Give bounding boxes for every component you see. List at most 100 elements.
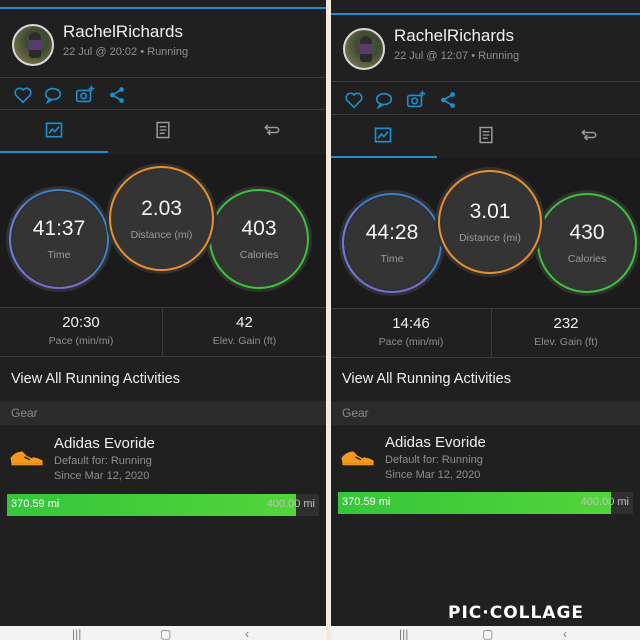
laps-tab[interactable] <box>217 111 326 153</box>
user-name[interactable]: RachelRichards <box>63 22 183 42</box>
header-accent-line <box>0 7 326 9</box>
divider <box>0 356 326 357</box>
stats-tab-icon <box>373 125 393 150</box>
pace-label: Pace (min/mi) <box>378 336 444 348</box>
details-tab[interactable] <box>109 111 218 153</box>
calories-stat-label: Calories <box>239 249 279 261</box>
active-tab-indicator <box>0 151 108 153</box>
elev-gain-value: 232 <box>553 315 579 332</box>
avatar-photo <box>360 36 372 62</box>
calories-stat-value: 403 <box>241 217 277 240</box>
add-photo-icon[interactable] <box>405 89 427 111</box>
elev-gain-metric: 232 Elev. Gain (ft) <box>492 309 640 357</box>
collage-watermark: PIC·COLLAGE <box>448 603 585 623</box>
time-stat-value: 44:28 <box>365 221 419 244</box>
distance-stat-value: 2.03 <box>141 196 182 220</box>
back-icon[interactable]: ‹ <box>245 628 249 640</box>
calories-stat: 403 Calories <box>209 189 309 289</box>
distance-stat: 2.03 Distance (mi) <box>109 166 214 271</box>
divider <box>0 109 326 110</box>
gear-section-header: Gear <box>331 401 640 425</box>
avatar-photo <box>29 32 41 58</box>
comment-icon[interactable] <box>373 89 395 111</box>
recents-icon[interactable]: ||| <box>72 628 81 640</box>
time-stat-value: 41:37 <box>32 217 86 240</box>
calories-stat-value: 430 <box>569 221 605 244</box>
time-stat-label: Time <box>380 253 404 265</box>
elev-gain-label: Elev. Gain (ft) <box>212 335 277 347</box>
gear-default-for: Default for: Running <box>385 454 483 466</box>
system-nav-bar: ||| ▢ ‹ <box>0 626 326 640</box>
activity-header: RachelRichards 22 Jul @ 12:07 • Running <box>331 26 640 96</box>
heart-icon[interactable] <box>343 89 365 111</box>
pace-metric: 14:46 Pace (min/mi) <box>331 309 491 357</box>
heart-icon[interactable] <box>12 84 34 106</box>
gear-name[interactable]: Adidas Evoride <box>54 435 155 452</box>
calories-stat-label: Calories <box>567 253 607 265</box>
metrics-row: 20:30 Pace (min/mi) 42 Elev. Gain (ft) <box>0 308 326 356</box>
system-nav-bar: ||| ▢ ‹ <box>331 626 640 640</box>
stats-tab[interactable] <box>331 116 434 158</box>
pace-label: Pace (min/mi) <box>48 335 114 347</box>
gear-default-for: Default for: Running <box>54 455 152 467</box>
elev-gain-label: Elev. Gain (ft) <box>534 336 598 348</box>
gear-mileage-used: 370.59 mi <box>11 498 60 510</box>
gear-section-header: Gear <box>0 401 326 425</box>
share-icon[interactable] <box>437 89 459 111</box>
action-bar <box>331 89 640 117</box>
elev-gain-metric: 42 Elev. Gain (ft) <box>163 308 326 356</box>
details-tab[interactable] <box>434 116 537 158</box>
user-name[interactable]: RachelRichards <box>394 26 514 46</box>
comment-icon[interactable] <box>42 84 64 106</box>
gear-mileage-limit: 400.00 mi <box>580 496 629 508</box>
tab-bar <box>0 111 326 153</box>
add-photo-icon[interactable] <box>74 84 96 106</box>
back-icon[interactable]: ‹ <box>563 628 567 640</box>
divider <box>331 357 640 358</box>
gear-name[interactable]: Adidas Evoride <box>385 434 486 451</box>
time-stat: 41:37 Time <box>9 189 109 289</box>
pace-value: 14:46 <box>392 315 430 332</box>
gear-header-label: Gear <box>342 406 369 420</box>
activity-panel-left: RachelRichards 22 Jul @ 20:02 • Running 41… <box>0 0 326 640</box>
action-bar <box>0 84 326 112</box>
recents-icon[interactable]: ||| <box>399 628 408 640</box>
laps-tab-icon <box>262 120 282 145</box>
avatar[interactable] <box>343 28 385 70</box>
stats-tab-icon <box>44 120 64 145</box>
divider <box>0 77 326 78</box>
tab-bar <box>331 116 640 158</box>
shoe-icon <box>339 446 377 468</box>
view-all-running-link[interactable]: View All Running Activities <box>11 371 180 387</box>
metrics-row: 14:46 Pace (min/mi) 232 Elev. Gain (ft) <box>331 309 640 357</box>
gear-since: Since Mar 12, 2020 <box>54 470 150 482</box>
header-accent-line <box>331 13 640 15</box>
laps-tab[interactable] <box>537 116 640 158</box>
gear-mileage-used: 370.59 mi <box>342 496 391 508</box>
share-icon[interactable] <box>106 84 128 106</box>
divider <box>331 114 640 115</box>
calories-stat: 430 Calories <box>537 193 637 293</box>
pace-metric: 20:30 Pace (min/mi) <box>0 308 162 356</box>
distance-stat-label: Distance (mi) <box>130 228 193 241</box>
pace-value: 20:30 <box>62 314 100 331</box>
home-icon[interactable]: ▢ <box>482 628 493 640</box>
activity-meta: 22 Jul @ 20:02 • Running <box>63 46 189 58</box>
details-tab-icon <box>476 125 496 150</box>
time-stat: 44:28 Time <box>342 193 442 293</box>
avatar[interactable] <box>12 24 54 66</box>
activity-header: RachelRichards 22 Jul @ 20:02 • Running <box>0 22 326 92</box>
distance-stat-value: 3.01 <box>469 200 511 223</box>
shoe-icon <box>8 446 46 468</box>
laps-tab-icon <box>579 125 599 150</box>
stats-tab[interactable] <box>0 111 109 153</box>
gear-header-label: Gear <box>11 406 38 420</box>
elev-gain-value: 42 <box>236 314 253 331</box>
distance-stat-label: Distance (mi) <box>459 232 521 244</box>
activity-meta: 22 Jul @ 12:07 • Running <box>394 50 520 62</box>
divider <box>331 81 640 82</box>
gear-mileage-bar: 370.59 mi 400.00 mi <box>7 494 319 516</box>
view-all-running-link[interactable]: View All Running Activities <box>342 371 511 387</box>
home-icon[interactable]: ▢ <box>160 628 171 640</box>
gear-mileage-limit: 400.00 mi <box>266 498 315 510</box>
